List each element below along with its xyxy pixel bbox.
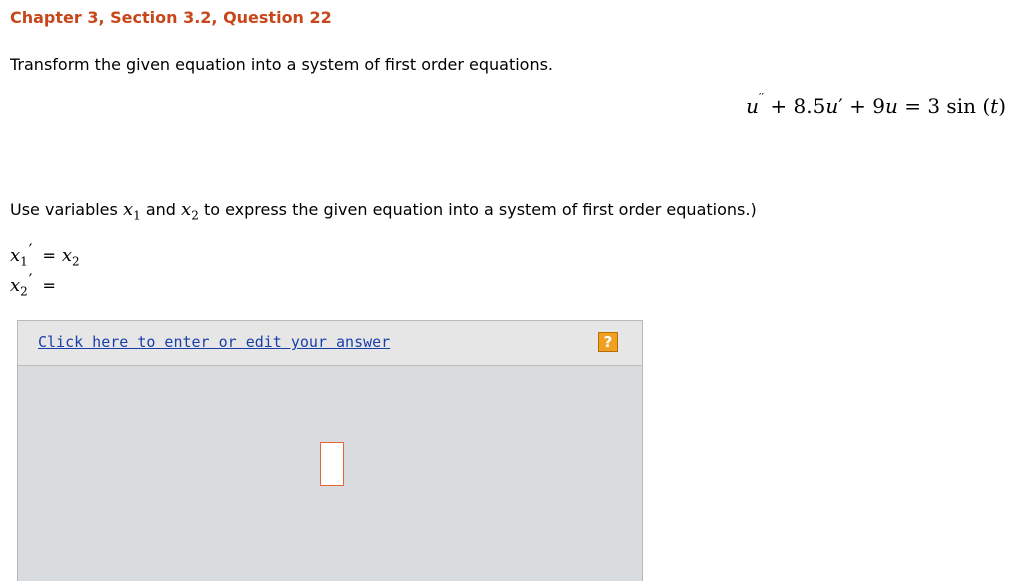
enter-answer-link[interactable]: Click here to enter or edit your answer [38,333,390,351]
problem-instruction: Transform the given equation into a syst… [10,55,554,74]
eq-plus-2: + [849,94,866,118]
eq-double-prime: ′′ [759,91,765,105]
use-text-1: Use variables [10,200,118,219]
var-x2-sub: 2 [191,208,199,223]
row1-lhs-base: x [10,245,21,266]
equation-system: x1′ = x2 x2′ = [10,240,80,304]
row1-lhs-sub: 1 [20,254,28,269]
page-title: Chapter 3, Section 3.2, Question 22 [10,8,332,27]
question-mark-icon[interactable]: ? [598,332,618,352]
eq-plus-1: + [770,94,788,118]
row2-prime: ′ [28,269,33,289]
eq-single-prime: ′ [838,94,843,118]
row1-rhs-sub: 2 [72,254,80,269]
eq-u-prime-term: u [825,94,839,118]
eq-rhs: 3 sin ( [927,94,991,118]
variables-instruction: Use variables x1 and x2 to express the g… [10,199,757,223]
row2-equals: = [42,275,56,295]
eq-rhs-var: t [990,94,999,118]
eq-rhs-close: ) [998,94,1006,118]
row2-lhs-base: x [10,274,21,296]
given-equation: u′′ + 8.5u′ + 9u = 3 sin (t) [746,91,1006,118]
var-x2: x2 [181,199,199,223]
question-page: Chapter 3, Section 3.2, Question 22 Tran… [0,0,1024,581]
eq-u-term-2: u [884,94,898,118]
var-x2-base: x [181,199,192,220]
var-x1-base: x [122,199,134,220]
eq-equals: = [904,94,921,118]
row1-equals: = [42,246,56,265]
use-text-2: to express the given equation into a sys… [203,200,757,219]
eq-coef-2: 9 [872,94,885,118]
eq-coef-1: 8.5 [793,94,826,118]
row1-prime: ′ [28,240,33,259]
and-text: and [145,200,176,219]
var-x1: x1 [122,199,141,223]
answer-panel-header: Click here to enter or edit your answer … [18,321,642,366]
row2-lhs-sub: 2 [20,284,28,299]
system-row-2: x2′ = [10,270,80,304]
answer-panel: Click here to enter or edit your answer … [17,320,643,581]
answer-input-placeholder[interactable] [320,442,344,486]
system-row-1: x1′ = x2 [10,240,80,274]
var-x1-sub: 1 [133,208,141,223]
eq-u-term: u [746,94,760,118]
row1-rhs-base: x [61,245,72,266]
